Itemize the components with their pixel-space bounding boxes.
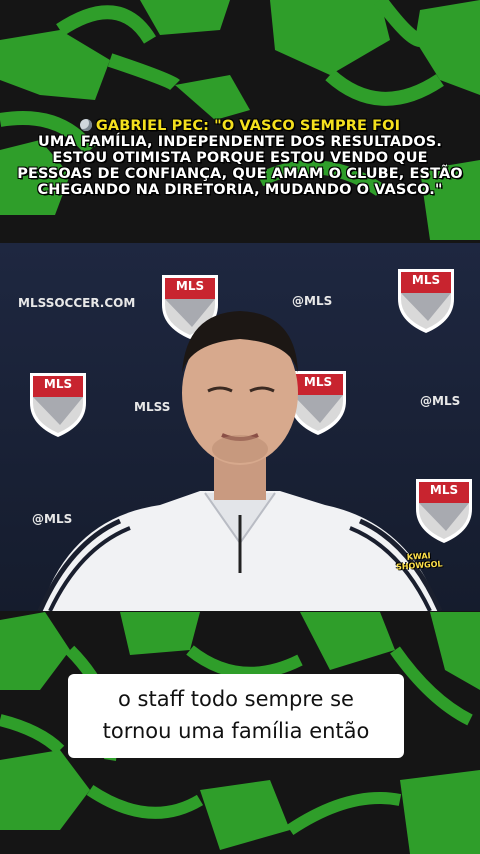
kwai-watermark: KWAI SHOWGOL (393, 550, 444, 571)
microphone-icon (79, 119, 92, 131)
crest-label-4: MLS (304, 375, 332, 389)
subtitle-line-1: o staff todo sempre se (118, 687, 354, 711)
backdrop-handle-3: @MLS (32, 512, 72, 526)
quote-text-5: CHEGANDO NA DIRETORIA, MUDANDO O VASCO." (37, 182, 443, 198)
crest-label-5: MLS (430, 483, 458, 497)
quote-headline: GABRIEL PEC: "O VASCO SEMPRE FOI UMA FAM… (0, 118, 480, 198)
backdrop-handle-1: @MLS (292, 294, 332, 308)
backdrop-partial-text: MLSS (134, 400, 170, 414)
subtitle-line-2: tornou uma família então (102, 719, 370, 743)
backdrop-handle-2: @MLS (420, 394, 460, 408)
quote-text-1: "O VASCO SEMPRE FOI (214, 118, 401, 134)
quote-text-4: PESSOAS DE CONFIANÇA, QUE AMAM O CLUBE, … (17, 166, 463, 182)
backdrop-site-text: MLSSOCCER.COM (18, 296, 135, 310)
crest-label-2: MLS (412, 273, 440, 287)
story-frame: GABRIEL PEC: "O VASCO SEMPRE FOI UMA FAM… (0, 0, 480, 854)
headline-line-1: GABRIEL PEC: "O VASCO SEMPRE FOI (0, 118, 480, 134)
quote-text-3: ESTOU OTIMISTA PORQUE ESTOU VENDO QUE (52, 150, 428, 166)
crest-label-3: MLS (44, 377, 72, 391)
quote-text-2: UMA FAMÍLIA, INDEPENDENTE DOS RESULTADOS… (38, 134, 442, 150)
speaker-name: GABRIEL PEC: (95, 118, 210, 134)
crest-label-1: MLS (176, 279, 204, 293)
subtitle-caption: o staff todo sempre se tornou uma famíli… (68, 674, 404, 758)
